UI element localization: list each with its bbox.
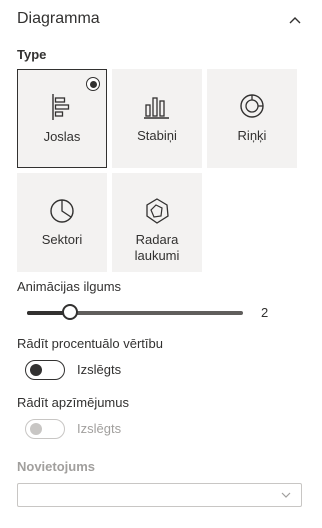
position-label: Novietojums — [17, 459, 96, 474]
animation-slider-value: 2 — [261, 305, 269, 320]
chart-type-donut[interactable]: Riņķi — [207, 69, 297, 168]
show-percent-label: Rādīt procentuālo vērtību — [17, 336, 163, 351]
show-labels-toggle — [25, 419, 65, 439]
animation-duration-label: Animācijas ilgums — [17, 279, 122, 294]
panel-title: Diagramma — [17, 10, 100, 27]
tile-label: Sektori — [41, 232, 83, 247]
chart-type-pie[interactable]: Sektori — [17, 173, 107, 272]
collapse-button[interactable] — [284, 9, 306, 31]
chevron-up-icon — [289, 17, 301, 24]
tile-label-line1: Radara — [135, 232, 179, 247]
position-dropdown — [17, 483, 302, 507]
column-chart-icon — [112, 91, 202, 121]
chart-type-radar[interactable]: Radara laukumi — [112, 173, 202, 272]
radar-chart-icon — [112, 197, 202, 225]
show-percent-toggle[interactable] — [25, 360, 65, 380]
show-percent-state: Izslēgts — [77, 362, 122, 377]
selected-radio-icon — [86, 77, 100, 91]
donut-chart-icon — [207, 91, 297, 121]
chevron-down-icon — [281, 492, 291, 498]
show-labels-state: Izslēgts — [77, 421, 122, 436]
type-label: Type — [17, 47, 47, 62]
pie-chart-icon — [17, 197, 107, 225]
chart-type-bar[interactable]: Joslas — [17, 69, 107, 168]
toggle-knob — [30, 423, 42, 435]
chart-type-column[interactable]: Stabiņi — [112, 69, 202, 168]
toggle-knob — [30, 364, 42, 376]
animation-slider-thumb[interactable] — [62, 304, 79, 320]
tile-label: Joslas — [43, 129, 81, 144]
show-labels-label: Rādīt apzīmējumus — [17, 395, 129, 410]
bar-chart-horizontal-icon — [18, 92, 106, 122]
tile-label-line2: laukumi — [134, 248, 180, 263]
tile-label: Stabiņi — [137, 128, 177, 143]
tile-label: Riņķi — [237, 128, 267, 143]
